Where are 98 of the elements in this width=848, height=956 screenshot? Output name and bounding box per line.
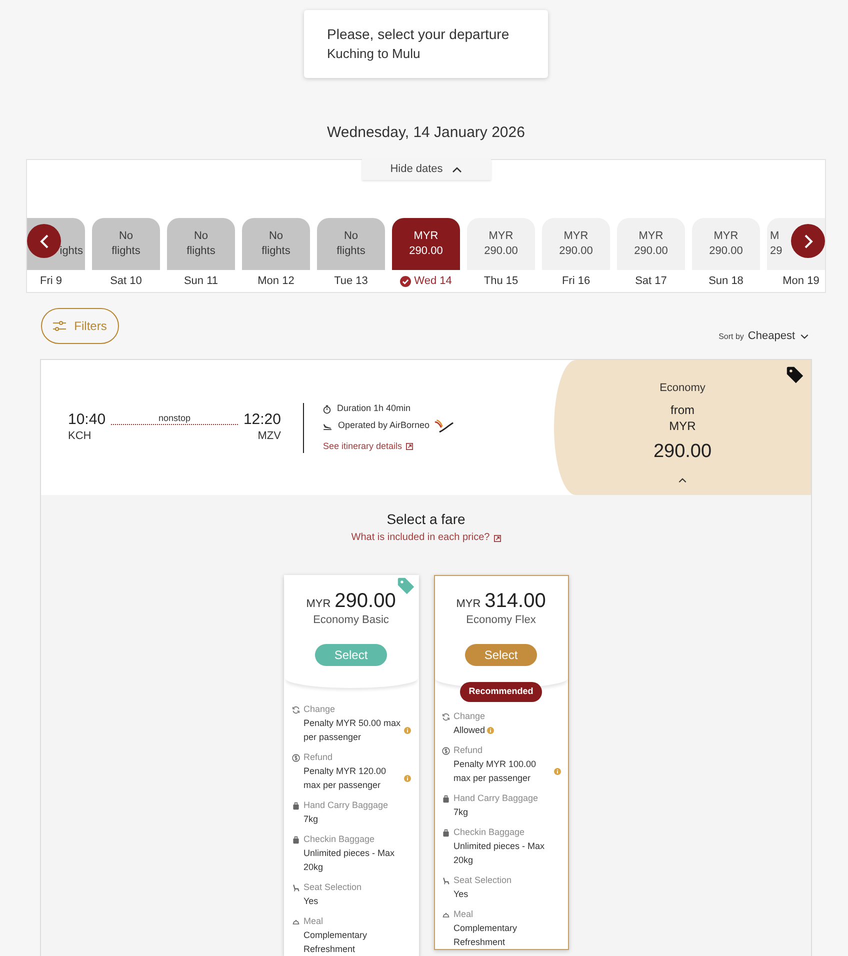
info-icon[interactable]	[404, 726, 410, 734]
date-label: Fri 9	[40, 274, 62, 289]
fare-price: 290.00	[334, 589, 396, 613]
currency-label: MYR	[456, 597, 481, 612]
date-tile[interactable]: No flights	[242, 218, 310, 270]
date-label: Sun 11	[184, 274, 218, 289]
luggage-icon	[442, 828, 450, 836]
fare-name: Economy Flex	[466, 613, 536, 627]
date-tile[interactable]: MYR 290.00	[542, 218, 610, 270]
arrival-airport: MZV	[258, 429, 281, 444]
departure-airport: KCH	[68, 429, 92, 444]
change-arrows-icon	[442, 712, 450, 720]
luggage-icon	[292, 802, 300, 810]
feature-value: Yes	[454, 888, 468, 901]
luggage-icon	[442, 794, 450, 802]
date-label: Mon 12	[258, 274, 294, 289]
feature-value: Penalty MYR 50.00 max per passenger	[304, 717, 402, 744]
itinerary-link[interactable]: See itinerary details	[323, 440, 454, 452]
hide-dates-button[interactable]: Hide dates	[362, 159, 490, 180]
section-title: Select a fare	[386, 510, 466, 528]
feature-label: Refund	[304, 751, 334, 764]
fare-summary-panel[interactable]: Economy from MYR 290.00	[554, 360, 811, 495]
change-arrows-icon	[292, 706, 300, 714]
info-icon[interactable]	[404, 774, 410, 782]
chevron-left-icon	[40, 234, 48, 248]
from-label: from	[670, 402, 694, 418]
feature-value: 7kg	[304, 813, 318, 826]
date-tile[interactable]: No flights	[317, 218, 385, 270]
date-label: Sat 17	[635, 274, 667, 289]
coin-icon	[292, 754, 300, 762]
coin-icon	[442, 746, 450, 754]
external-link-icon	[406, 442, 414, 450]
page-title: Please, select your departure	[327, 25, 510, 44]
date-label: Fri 16	[562, 274, 590, 289]
date-tile[interactable]: MYR 290.00	[392, 218, 460, 270]
feature-value: Complementary Refreshment	[454, 922, 518, 949]
feature-label: Hand Carry Baggage	[454, 792, 540, 805]
stopwatch-icon	[323, 404, 331, 414]
fare-info-link[interactable]: What is included in each price?	[351, 531, 501, 545]
feature-value: 7kg	[454, 806, 468, 819]
stops-label: nonstop	[158, 413, 191, 424]
date-label: Mon 19	[782, 274, 820, 289]
fare-name: Economy Basic	[313, 613, 389, 627]
plane-landing-icon	[323, 422, 332, 430]
feature-label: Hand Carry Baggage	[304, 799, 390, 812]
duration-text: Duration 1h 40min	[337, 402, 411, 416]
luggage-icon	[292, 836, 300, 844]
date-tile[interactable]: MYR 290.00	[692, 218, 760, 270]
departure-time: 10:40	[68, 411, 106, 429]
cloche-icon	[292, 918, 300, 926]
feature-label: Meal	[454, 908, 474, 921]
seat-icon	[292, 884, 300, 892]
swoosh-logo-icon	[434, 418, 454, 434]
arrival-time: 12:20	[243, 411, 281, 429]
feature-value: Penalty MYR 120.00 max per passenger	[304, 765, 388, 792]
feature-value: Penalty MYR 100.00 max per passenger	[454, 758, 538, 785]
feature-value: Allowed	[454, 724, 486, 737]
route-text: Kuching to Mulu	[327, 45, 422, 63]
sort-dropdown[interactable]: Cheapest	[748, 329, 809, 344]
external-link-icon	[494, 534, 501, 542]
feature-label: Checkin Baggage	[454, 826, 526, 839]
date-heading: Wednesday, 14 January 2026	[327, 123, 525, 143]
date-label: Sun 18	[708, 274, 744, 289]
cabin-name: Economy	[660, 381, 706, 395]
recommended-badge: Recommended	[460, 682, 542, 702]
feature-label: Checkin Baggage	[304, 833, 376, 846]
date-label: Tue 13	[334, 274, 368, 289]
feature-label: Change	[454, 710, 486, 723]
date-tile[interactable]: MYR 290.00	[467, 218, 535, 270]
feature-value: Unlimited pieces - Max 20kg	[454, 840, 546, 867]
chevron-right-icon	[804, 234, 812, 248]
operator-text: Operated by AirBorneo	[338, 419, 430, 432]
info-icon[interactable]	[554, 768, 560, 774]
info-icon[interactable]	[487, 726, 494, 734]
currency-label: MYR	[306, 597, 331, 612]
feature-value: Unlimited pieces - Max 20kg	[304, 847, 396, 874]
filter-icon	[53, 321, 66, 331]
feature-label: Seat Selection	[304, 881, 363, 894]
cloche-icon	[442, 910, 450, 918]
feature-label: Refund	[454, 744, 484, 757]
feature-value: Yes	[304, 895, 318, 908]
currency-label: MYR	[669, 418, 696, 434]
date-label: Wed 14	[414, 274, 452, 289]
date-label: Sat 10	[110, 274, 142, 289]
date-tile[interactable]: MYR 290.00	[617, 218, 685, 270]
feature-label: Seat Selection	[454, 874, 513, 887]
feature-label: Change	[304, 703, 336, 716]
price-text: 290.00	[653, 440, 712, 464]
date-label: Thu 15	[484, 274, 518, 289]
feature-label: Meal	[304, 915, 324, 928]
fare-price: 314.00	[484, 589, 546, 613]
date-tile[interactable]: No flights	[167, 218, 235, 270]
check-circle-icon	[400, 276, 412, 287]
chevron-down-icon	[800, 334, 809, 339]
seat-icon	[442, 876, 450, 884]
sort-label: Sort by	[718, 331, 744, 343]
date-tile[interactable]: No flights	[92, 218, 160, 270]
feature-value: Complementary Refreshment	[304, 929, 368, 956]
